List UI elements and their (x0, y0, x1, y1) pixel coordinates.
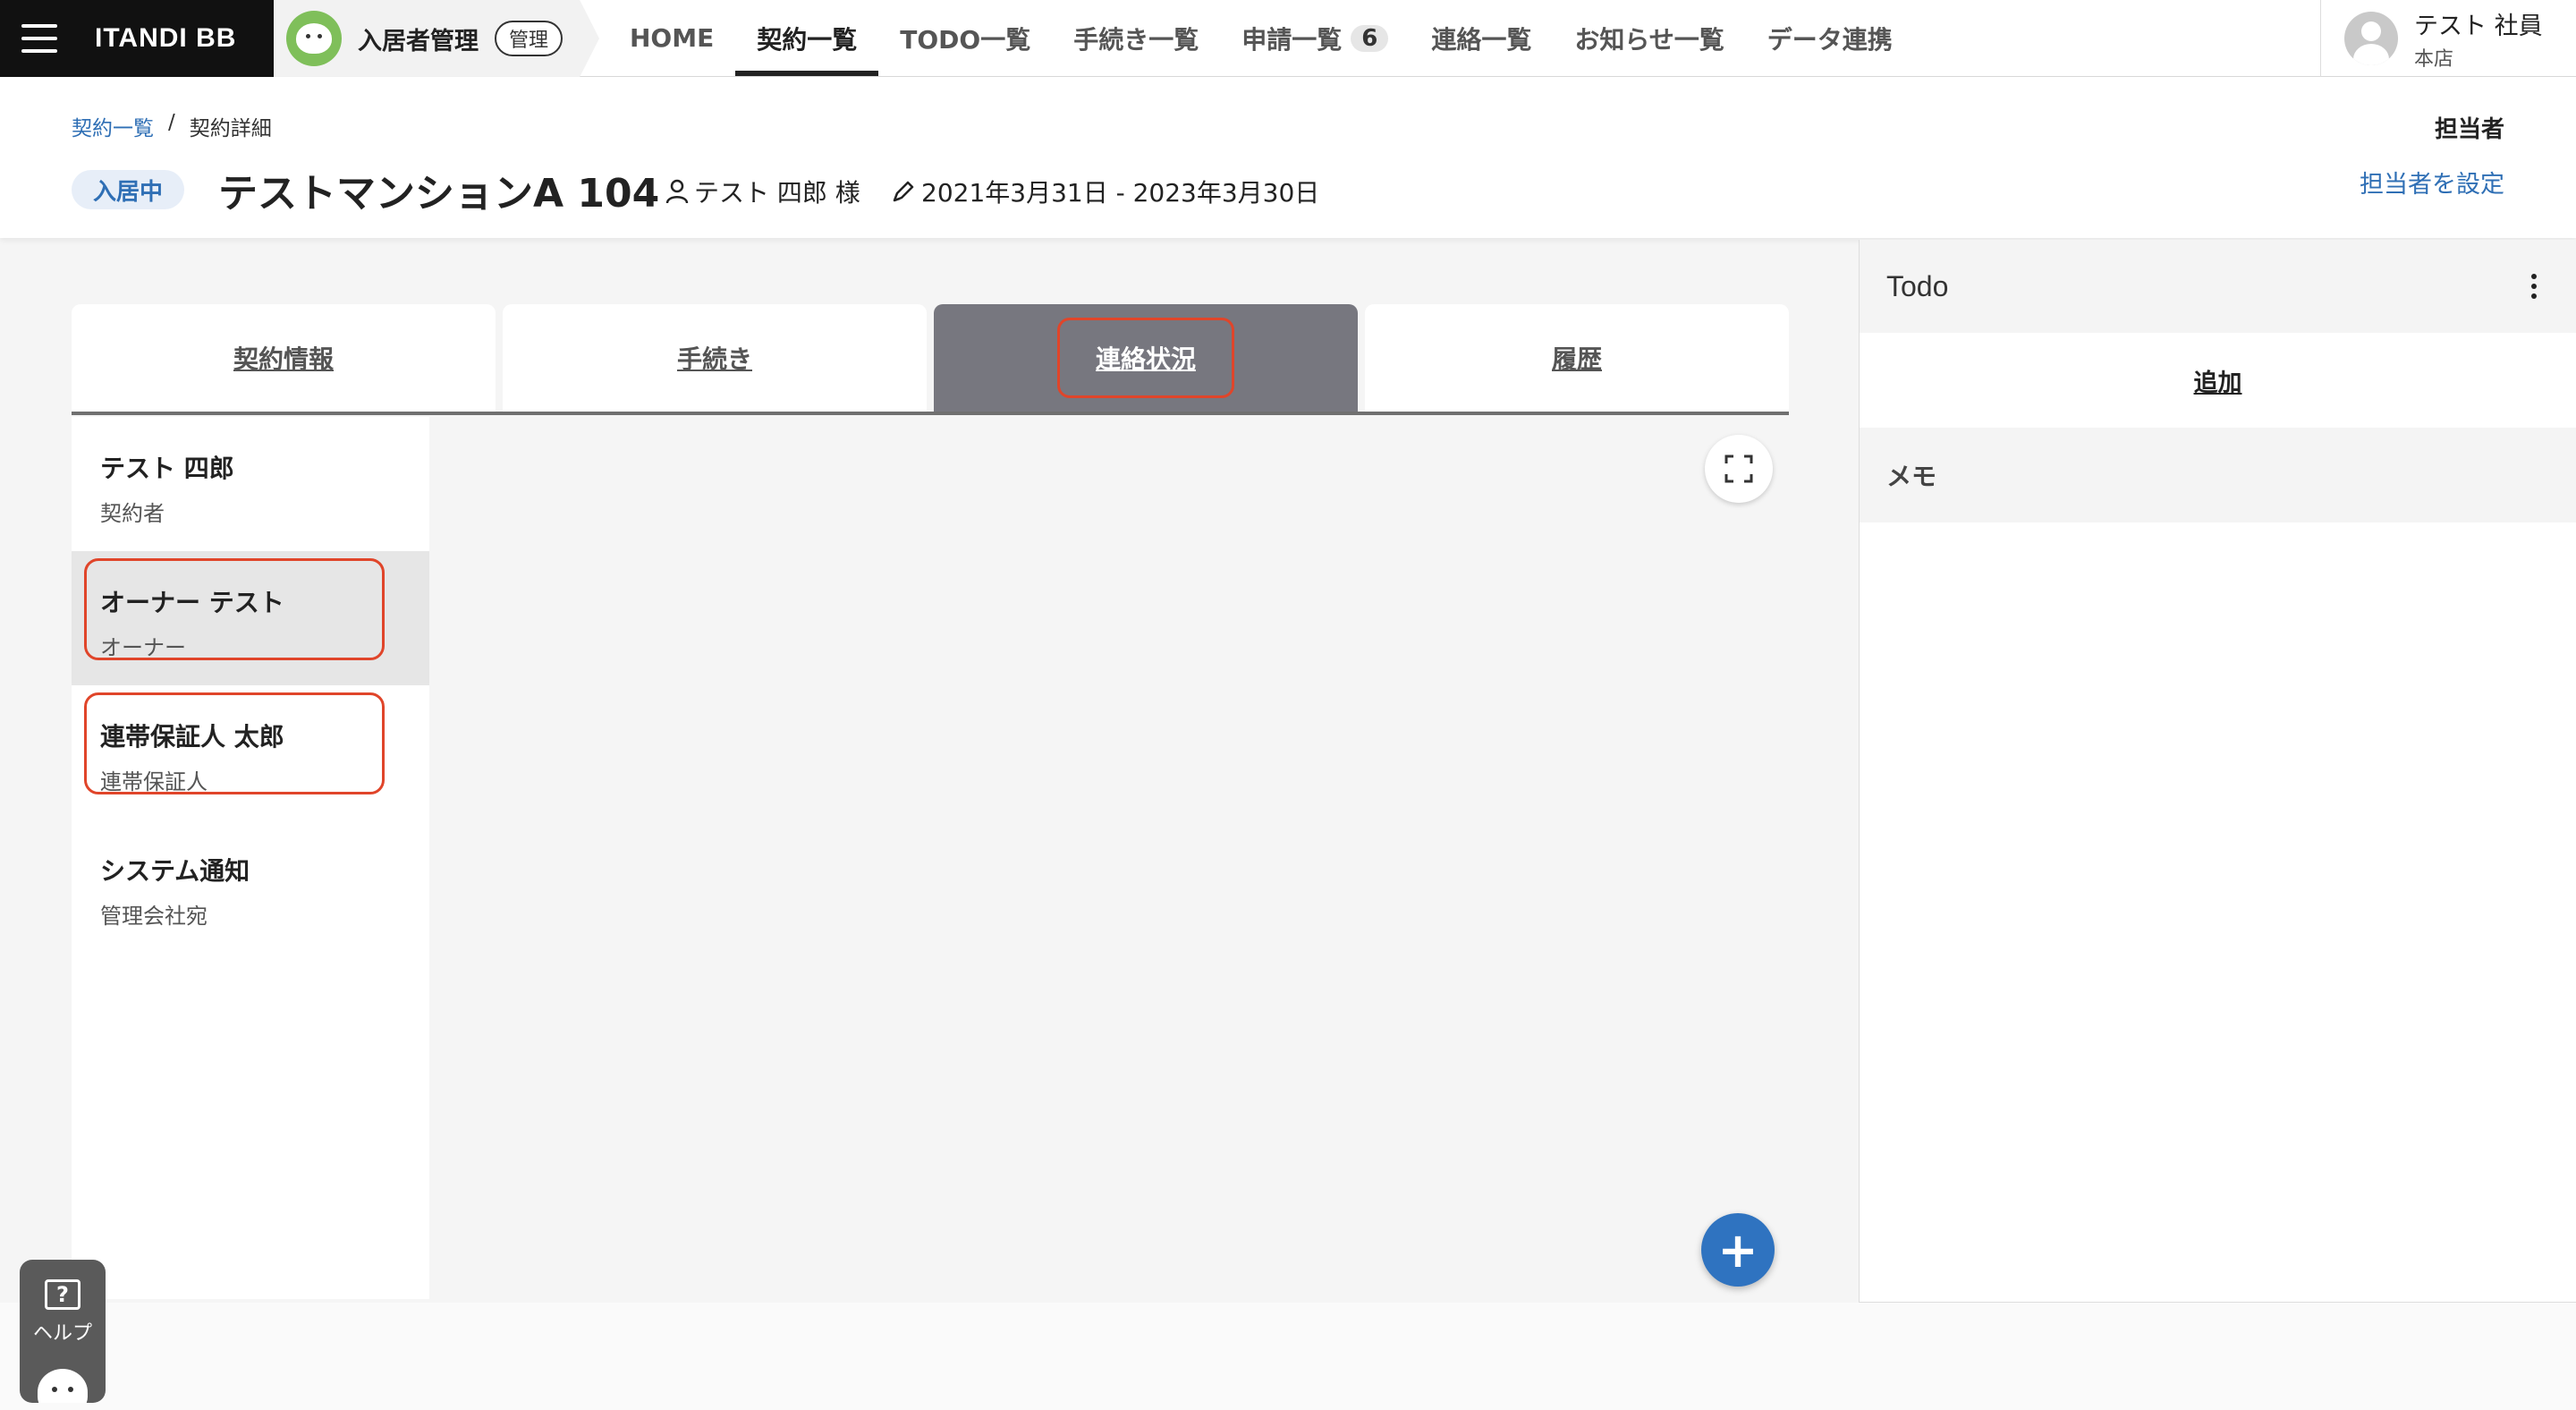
help-label: ヘルプ (32, 1322, 92, 1345)
contact-name: テスト 四郎 (100, 454, 234, 483)
breadcrumb-current: 契約詳細 (189, 117, 272, 140)
nav-item-todo[interactable]: TODO一覧 (878, 0, 1052, 76)
status-badge: 入居中 (72, 170, 185, 209)
nav-item-procedures[interactable]: 手続き一覧 (1052, 0, 1220, 76)
product-name: 入居者管理 (358, 27, 479, 55)
nav-item-notices[interactable]: お知らせ一覧 (1553, 0, 1745, 76)
breadcrumb-contract-list[interactable]: 契約一覧 (72, 111, 154, 141)
applications-count-badge: 6 (1351, 24, 1389, 52)
contact-item-owner[interactable]: オーナー テスト オーナー (72, 551, 429, 685)
footer-area (0, 1303, 2576, 1410)
mascot-icon (286, 11, 342, 66)
breadcrumb-separator: / (168, 111, 175, 134)
menu-icon[interactable] (21, 24, 57, 53)
fullscreen-icon (1724, 454, 1753, 483)
assignee-label: 担当者 (2434, 116, 2504, 143)
kebab-icon[interactable] (2519, 268, 2549, 304)
right-sidebar: Todo 追加 メモ (1859, 240, 2576, 1303)
contact-role: 契約者 (100, 501, 165, 526)
brand-area: ITANDI BB (0, 0, 274, 77)
add-todo-button[interactable]: 追加 (1860, 333, 2576, 428)
contract-tabs: 契約情報 手続き 連絡状況 履歴 (72, 304, 1789, 415)
tab-procedures[interactable]: 手続き (503, 304, 927, 412)
highlight-box (84, 558, 385, 660)
add-message-button[interactable]: + (1701, 1213, 1775, 1287)
tenant-name: テスト 四郎 様 (694, 178, 860, 208)
pen-icon (893, 181, 914, 202)
contact-name: システム通知 (100, 856, 250, 886)
nav-item-contracts[interactable]: 契約一覧 (735, 0, 879, 76)
breadcrumb: 契約一覧 / 契約詳細 (72, 111, 272, 141)
tab-contact-status[interactable]: 連絡状況 (934, 304, 1358, 412)
help-button[interactable]: ? ヘルプ (20, 1260, 106, 1403)
nav-item-data-link[interactable]: データ連携 (1746, 0, 1914, 76)
message-panel (429, 417, 1789, 1299)
contact-role: 管理会社宛 (100, 904, 208, 929)
user-branch: 本店 (2414, 47, 2454, 71)
highlight-box (84, 692, 385, 794)
help-icon: ? (45, 1279, 80, 1310)
nav-item-contacts[interactable]: 連絡一覧 (1410, 0, 1553, 76)
plus-icon: + (1717, 1221, 1758, 1278)
tenant-info: テスト 四郎 様 (665, 174, 860, 209)
todo-header: Todo (1860, 240, 2576, 333)
nav-item-home[interactable]: HOME (608, 0, 735, 76)
fullscreen-button[interactable] (1705, 435, 1773, 503)
mascot-icon (38, 1369, 88, 1403)
tab-contact-status-label: 連絡状況 (1056, 318, 1234, 398)
contact-item-system[interactable]: システム通知 管理会社宛 (72, 820, 429, 954)
contract-header: 契約一覧 / 契約詳細 入居中 テストマンションA 104 テスト 四郎 様 2… (0, 77, 2576, 238)
user-name: テスト 社員 (2414, 12, 2543, 40)
page-title: テストマンションA 104 (218, 171, 660, 217)
person-icon (665, 179, 689, 204)
contact-item-guarantor[interactable]: 連帯保証人 太郎 連帯保証人 (72, 685, 429, 820)
product-badge: 管理 (495, 21, 564, 56)
brand-logo[interactable]: ITANDI BB (95, 23, 236, 54)
product-switcher[interactable]: 入居者管理 管理 (274, 0, 599, 77)
top-navigation-bar: ITANDI BB 入居者管理 管理 HOME 契約一覧 TODO一覧 手続き一… (0, 0, 2576, 77)
memo-header: メモ (1860, 428, 2576, 522)
main-nav: HOME 契約一覧 TODO一覧 手続き一覧 申請一覧 6 連絡一覧 お知らせ一覧… (608, 0, 1914, 76)
avatar (2344, 12, 2398, 65)
tab-contract-info[interactable]: 契約情報 (72, 304, 496, 412)
nav-item-applications[interactable]: 申請一覧 6 (1220, 0, 1410, 76)
contact-item-tenant[interactable]: テスト 四郎 契約者 (72, 417, 429, 551)
user-menu[interactable]: テスト 社員 本店 (2320, 0, 2576, 77)
contact-list: テスト 四郎 契約者 オーナー テスト オーナー 連帯保証人 太郎 連帯保証人 … (72, 417, 429, 1299)
set-assignee-link[interactable]: 担当者を設定 (2360, 165, 2504, 200)
todo-title: Todo (1886, 269, 1949, 302)
tab-history[interactable]: 履歴 (1365, 304, 1789, 412)
contract-period: 2021年3月31日 - 2023年3月30日 (891, 174, 1319, 209)
contract-period-text: 2021年3月31日 - 2023年3月30日 (921, 178, 1320, 208)
